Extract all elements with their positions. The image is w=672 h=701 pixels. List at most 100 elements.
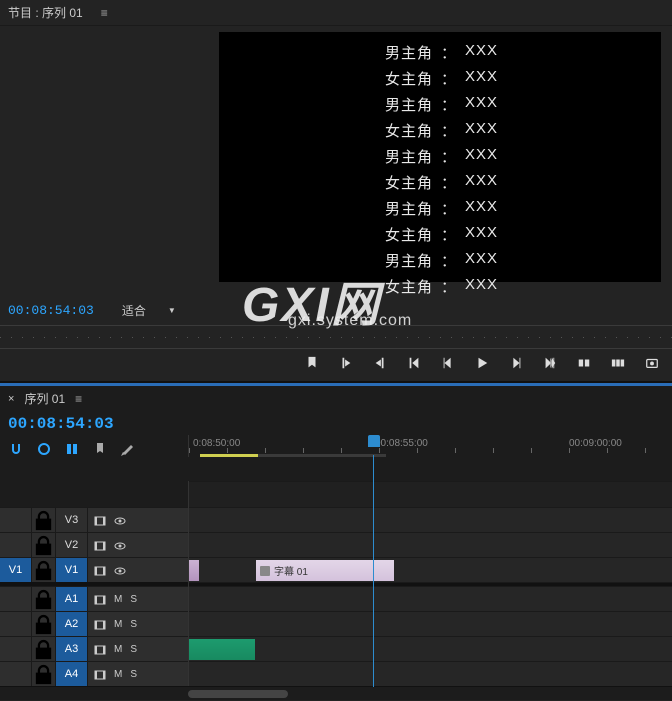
mute-toggle[interactable]: M — [114, 594, 122, 605]
timeline-header: × 序列 01 ≡ — [0, 386, 672, 411]
sync-lock-icon[interactable] — [94, 593, 106, 605]
video-track-header[interactable]: V1 V1 — [0, 557, 188, 582]
solo-toggle[interactable]: S — [130, 619, 137, 630]
timeline-hscroll[interactable] — [0, 686, 672, 700]
linked-selection-icon[interactable] — [36, 441, 52, 457]
sync-lock-icon[interactable] — [94, 539, 106, 551]
program-scrubber[interactable] — [0, 325, 672, 349]
solo-toggle[interactable]: S — [130, 644, 137, 655]
track-lane[interactable] — [189, 532, 672, 557]
credit-name: XXX — [465, 250, 519, 271]
audio-track-header[interactable]: A2 M S — [0, 611, 188, 636]
credit-role: 女主角 — [361, 120, 433, 141]
track-lock-icon[interactable] — [32, 508, 56, 532]
goto-out-icon[interactable] — [542, 355, 558, 371]
clip-label: 字幕 01 — [274, 563, 308, 578]
track-lane[interactable] — [189, 611, 672, 636]
video-clip[interactable] — [189, 560, 199, 581]
source-patch[interactable] — [0, 637, 32, 661]
track-lock-icon[interactable] — [32, 637, 56, 661]
sync-lock-icon[interactable] — [94, 643, 106, 655]
audio-track-header[interactable]: A3 M S — [0, 636, 188, 661]
audio-track-header[interactable]: A1 M S — [0, 586, 188, 611]
ruler-label: 0:08:50:00 — [193, 438, 240, 449]
source-patch[interactable] — [0, 533, 32, 557]
in-point-icon[interactable] — [338, 355, 354, 371]
source-patch[interactable]: V1 — [0, 558, 32, 582]
extract-icon[interactable] — [610, 355, 626, 371]
credit-line: 男主角：XXX — [219, 94, 661, 115]
audio-track-header[interactable]: A4 M S — [0, 661, 188, 686]
track-lock-icon[interactable] — [32, 533, 56, 557]
source-patch[interactable] — [0, 612, 32, 636]
track-lock-icon[interactable] — [32, 558, 56, 582]
marker-icon[interactable] — [304, 355, 320, 371]
source-patch[interactable] — [0, 662, 32, 686]
track-lane[interactable] — [189, 661, 672, 686]
track-label[interactable]: A3 — [56, 637, 88, 661]
credit-line: 女主角：XXX — [219, 120, 661, 141]
lift-icon[interactable] — [576, 355, 592, 371]
playhead[interactable] — [368, 435, 380, 447]
track-label[interactable]: A4 — [56, 662, 88, 686]
credit-line: 女主角：XXX — [219, 68, 661, 89]
add-marker-icon[interactable] — [64, 441, 80, 457]
sync-lock-icon[interactable] — [94, 514, 106, 526]
panel-menu-icon[interactable]: ≡ — [75, 392, 82, 406]
goto-in-icon[interactable] — [406, 355, 422, 371]
sequence-name[interactable]: 序列 01 — [24, 390, 65, 407]
play-icon[interactable] — [474, 355, 490, 371]
timeline-ruler-area[interactable]: 0:08:50:0000:08:55:0000:09:00:00 — [188, 435, 672, 457]
credit-role: 女主角 — [361, 224, 433, 245]
credit-line: 女主角：XXX — [219, 276, 661, 297]
step-back-icon[interactable] — [440, 355, 456, 371]
snap-icon[interactable] — [8, 441, 24, 457]
track-lane[interactable] — [189, 586, 672, 611]
mute-toggle[interactable]: M — [114, 644, 122, 655]
sync-lock-icon[interactable] — [94, 618, 106, 630]
credit-name: XXX — [465, 146, 519, 167]
video-track-header[interactable]: V3 — [0, 507, 188, 532]
audio-clip[interactable] — [189, 639, 255, 660]
video-frame[interactable]: 男主角：XXX女主角：XXX男主角：XXX女主角：XXX男主角：XXX女主角：X… — [219, 32, 661, 282]
track-label[interactable]: A1 — [56, 587, 88, 611]
settings-icon[interactable] — [120, 441, 136, 457]
source-patch[interactable] — [0, 508, 32, 532]
tracks-area: V3 V2 V1 V1 A1 M S A2 M — [0, 481, 672, 686]
track-label[interactable]: V1 — [56, 558, 88, 582]
track-label[interactable]: V3 — [56, 508, 88, 532]
solo-toggle[interactable]: S — [130, 594, 137, 605]
track-label[interactable]: A2 — [56, 612, 88, 636]
sync-lock-icon[interactable] — [94, 668, 106, 680]
export-frame-icon[interactable] — [644, 355, 660, 371]
track-lock-icon[interactable] — [32, 587, 56, 611]
step-fwd-icon[interactable] — [508, 355, 524, 371]
video-track-header[interactable]: V2 — [0, 532, 188, 557]
solo-toggle[interactable]: S — [130, 669, 137, 680]
track-lock-icon[interactable] — [32, 662, 56, 686]
track-visibility-icon[interactable] — [114, 514, 126, 526]
mute-toggle[interactable]: M — [114, 669, 122, 680]
zoom-fit-select[interactable]: 适合 ▼ — [122, 302, 176, 319]
sync-lock-icon[interactable] — [94, 564, 106, 576]
track-visibility-icon[interactable] — [114, 539, 126, 551]
program-timecode[interactable]: 00:08:54:03 — [8, 303, 94, 318]
credit-role: 女主角 — [361, 68, 433, 89]
track-lane[interactable] — [189, 636, 672, 661]
credit-name: XXX — [465, 68, 519, 89]
panel-menu-icon[interactable]: ≡ — [101, 6, 108, 20]
marker-icon[interactable] — [92, 441, 108, 457]
track-lane[interactable]: 字幕 01 — [189, 557, 672, 582]
credit-name: XXX — [465, 42, 519, 63]
track-visibility-icon[interactable] — [114, 564, 126, 576]
close-icon[interactable]: × — [8, 393, 14, 405]
program-header: 节目 : 序列 01 ≡ — [0, 0, 672, 26]
track-label[interactable]: V2 — [56, 533, 88, 557]
source-patch[interactable] — [0, 587, 32, 611]
mute-toggle[interactable]: M — [114, 619, 122, 630]
timeline-timecode[interactable]: 00:08:54:03 — [8, 415, 180, 433]
work-area-bar[interactable] — [200, 454, 258, 457]
track-lane[interactable] — [189, 507, 672, 532]
out-point-icon[interactable] — [372, 355, 388, 371]
track-lock-icon[interactable] — [32, 612, 56, 636]
